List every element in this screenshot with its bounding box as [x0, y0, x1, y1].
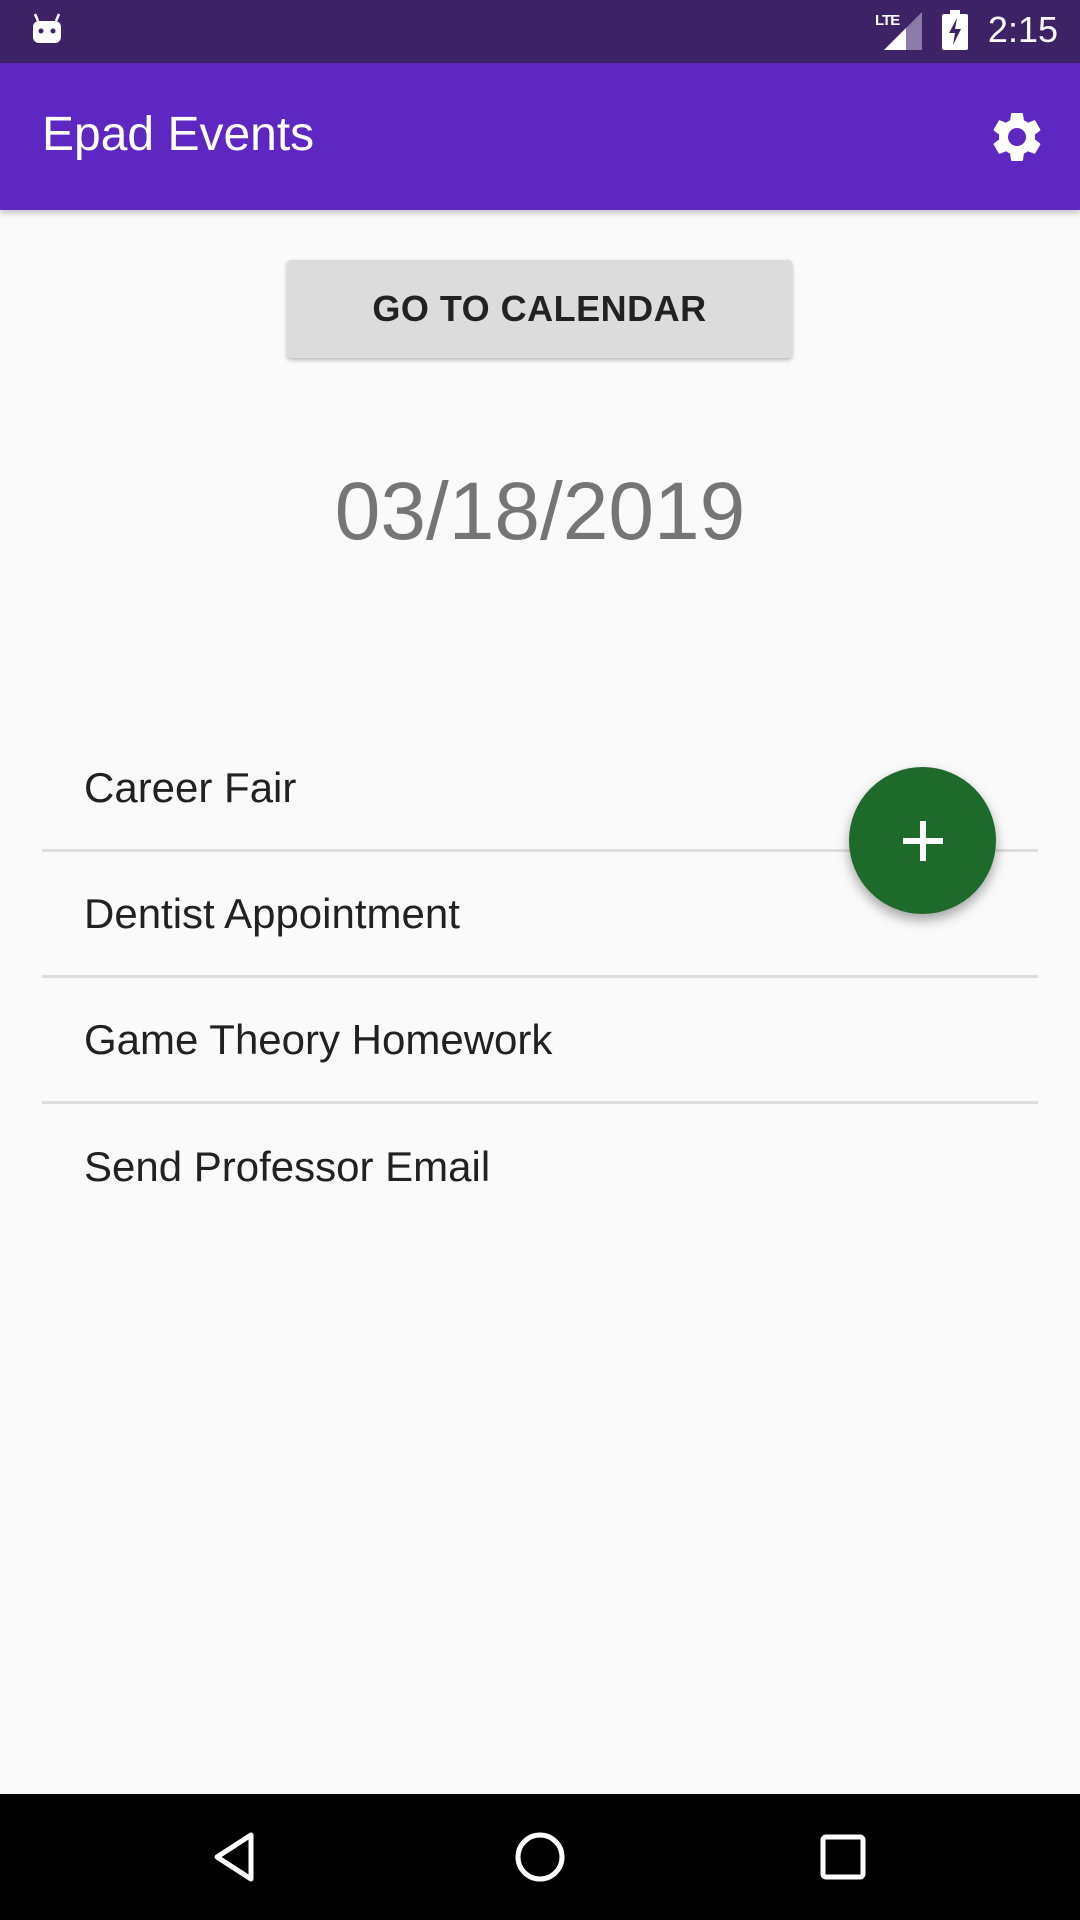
gear-icon[interactable] — [987, 107, 1047, 167]
home-icon[interactable] — [510, 1827, 570, 1887]
signal-icon — [884, 12, 922, 50]
android-icon — [33, 13, 61, 43]
battery-charging-icon — [942, 10, 968, 50]
recents-icon[interactable] — [813, 1827, 873, 1887]
status-bar: LTE 2:15 — [0, 0, 1080, 63]
plus-icon — [902, 820, 943, 861]
navigation-bar — [0, 1794, 1080, 1920]
add-event-button[interactable] — [849, 767, 996, 914]
list-item-send-professor-email[interactable]: Send Professor Email — [42, 1104, 1038, 1230]
app-bar: Epad Events — [0, 63, 1080, 210]
status-time: 2:15 — [987, 9, 1058, 50]
list-item-game-theory-homework[interactable]: Game Theory Homework — [42, 978, 1038, 1104]
selected-date: 03/18/2019 — [334, 466, 746, 557]
app-title: Epad Events — [42, 108, 315, 161]
screen: LTE 2:15 Epad Events GO TO CALENDAR 03/1… — [0, 0, 1080, 1920]
back-icon[interactable] — [207, 1827, 267, 1887]
go-to-calendar-button[interactable]: GO TO CALENDAR — [287, 260, 792, 358]
